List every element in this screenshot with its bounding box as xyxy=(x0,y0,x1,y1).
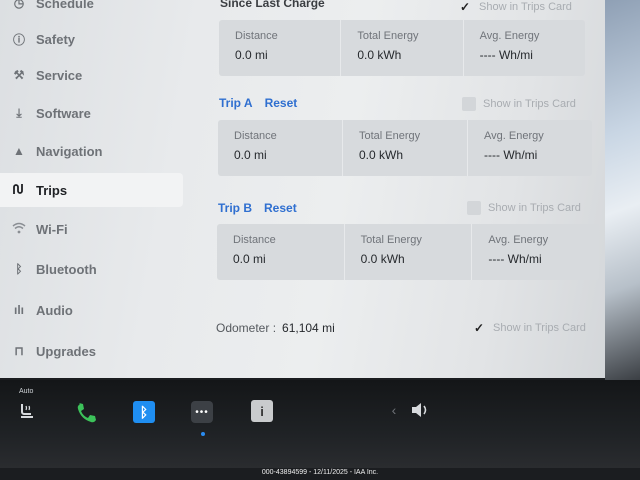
sidebar-item-audio[interactable]: ılı Audio xyxy=(0,293,183,327)
sidebar-item-safety[interactable]: ⓘ Safety xyxy=(0,22,183,56)
since-last-charge-show-toggle[interactable]: ✓ Show in Trips Card xyxy=(458,0,572,14)
settings-screen: ◷ Schedule ⓘ Safety ⚒ Service ⤓ Software… xyxy=(0,0,612,378)
footer-caption: 000-43894599 - 12/11/2025 - IAA Inc. xyxy=(261,469,379,476)
trip-a-card: Distance 0.0 mi Total Energy 0.0 kWh Avg… xyxy=(218,120,592,176)
trip-b-card: Distance 0.0 mi Total Energy 0.0 kWh Avg… xyxy=(217,224,599,280)
more-dots-icon[interactable]: ••• xyxy=(191,401,213,423)
energy-cell: Total Energy 0.0 kWh xyxy=(343,120,468,176)
avg-energy-cell: Avg. Energy ---- Wh/mi xyxy=(468,120,592,176)
sidebar-item-navigation[interactable]: ▲ Navigation xyxy=(0,134,183,168)
checkbox-icon xyxy=(467,201,481,215)
energy-label: Total Energy xyxy=(360,234,422,246)
distance-value: 0.0 mi xyxy=(233,252,266,266)
distance-cell: Distance 0.0 mi xyxy=(217,224,345,280)
audio-icon: ılı xyxy=(13,303,24,317)
trip-b-header: Trip B Reset xyxy=(218,201,297,215)
show-in-trips-label: Show in Trips Card xyxy=(479,1,572,13)
sidebar-item-trips[interactable]: Trips xyxy=(0,173,183,207)
trip-a-title: Trip A xyxy=(219,96,253,110)
avg-energy-value: ---- Wh/mi xyxy=(484,148,538,162)
auto-label: Auto xyxy=(19,388,34,395)
sidebar-item-label: Upgrades xyxy=(36,343,96,359)
bluetooth-icon: ᛒ xyxy=(15,262,23,276)
settings-sidebar: ◷ Schedule ⓘ Safety ⚒ Service ⤓ Software… xyxy=(0,0,185,378)
show-in-trips-label: Show in Trips Card xyxy=(483,98,576,110)
wrench-icon: ⚒ xyxy=(13,68,25,82)
volume-control[interactable]: ‹ xyxy=(381,400,441,420)
phone-icon[interactable] xyxy=(73,400,97,424)
active-app-indicator xyxy=(201,432,205,436)
sidebar-item-label: Wi-Fi xyxy=(36,221,68,237)
distance-label: Distance xyxy=(233,234,276,246)
show-in-trips-label: Show in Trips Card xyxy=(488,202,581,214)
sidebar-item-label: Audio xyxy=(36,302,73,318)
navigation-arrow-icon: ▲ xyxy=(13,144,25,158)
distance-cell: Distance 0.0 mi xyxy=(218,120,343,176)
trip-b-title: Trip B xyxy=(218,201,253,215)
volume-icon[interactable] xyxy=(410,402,430,418)
show-in-trips-label: Show in Trips Card xyxy=(493,322,586,334)
avg-energy-value: ---- Wh/mi xyxy=(479,48,533,62)
sidebar-item-label: Service xyxy=(36,67,83,83)
energy-label: Total Energy xyxy=(359,130,421,142)
sidebar-item-label: Schedule xyxy=(36,0,94,11)
distance-value: 0.0 mi xyxy=(234,148,267,162)
chevron-left-icon[interactable]: ‹ xyxy=(392,402,397,418)
sidebar-item-wifi[interactable]: Wi-Fi xyxy=(0,212,183,246)
energy-value: 0.0 kWh xyxy=(359,148,404,162)
energy-value: 0.0 kWh xyxy=(357,48,402,62)
lock-icon: ⊓ xyxy=(14,344,24,358)
sidebar-item-upgrades[interactable]: ⊓ Upgrades xyxy=(0,334,183,368)
clock-icon: ◷ xyxy=(13,0,25,10)
energy-cell: Total Energy 0.0 kWh xyxy=(341,20,464,76)
checkbox-icon xyxy=(462,97,476,111)
odometer-show-toggle[interactable]: ✓ Show in Trips Card xyxy=(472,321,586,335)
since-last-charge-title: Since Last Charge xyxy=(220,0,325,10)
bottom-dock xyxy=(0,380,640,468)
energy-value: 0.0 kWh xyxy=(360,252,405,266)
sidebar-item-label: Navigation xyxy=(36,143,103,159)
window-glare-background xyxy=(605,0,640,380)
odometer-label: Odometer : xyxy=(216,321,277,335)
sidebar-item-schedule[interactable]: ◷ Schedule xyxy=(0,0,183,20)
since-last-charge-card: Distance 0.0 mi Total Energy 0.0 kWh Avg… xyxy=(219,20,585,76)
avg-energy-label: Avg. Energy xyxy=(488,234,549,246)
odometer-row: Odometer : 61,104 mi xyxy=(216,321,335,335)
distance-label: Distance xyxy=(234,130,277,142)
sidebar-item-label: Trips xyxy=(36,182,68,198)
info-icon[interactable]: i xyxy=(251,400,273,422)
trip-a-show-toggle[interactable]: Show in Trips Card xyxy=(462,97,576,111)
trips-icon xyxy=(12,182,26,199)
safety-icon: ⓘ xyxy=(12,32,25,47)
avg-energy-label: Avg. Energy xyxy=(484,130,544,142)
sidebar-item-label: Safety xyxy=(36,31,76,47)
seat-heater-icon[interactable] xyxy=(16,400,38,422)
trip-b-reset-button[interactable]: Reset xyxy=(264,201,297,215)
avg-energy-label: Avg. Energy xyxy=(479,30,540,42)
sidebar-item-label: Bluetooth xyxy=(36,261,97,277)
sidebar-item-software[interactable]: ⤓ Software xyxy=(0,96,183,130)
trip-a-header: Trip A Reset xyxy=(219,96,297,110)
wifi-icon xyxy=(12,222,26,237)
bluetooth-icon[interactable]: ᛒ xyxy=(133,401,155,423)
distance-value: 0.0 mi xyxy=(235,48,268,62)
checkmark-icon: ✓ xyxy=(459,0,471,14)
download-icon: ⤓ xyxy=(16,105,22,120)
avg-energy-cell: Avg. Energy ---- Wh/mi xyxy=(464,20,585,76)
sidebar-item-bluetooth[interactable]: ᛒ Bluetooth xyxy=(0,252,183,286)
avg-energy-cell: Avg. Energy ---- Wh/mi xyxy=(472,224,599,280)
sidebar-item-label: Software xyxy=(36,105,91,121)
trip-b-show-toggle[interactable]: Show in Trips Card xyxy=(467,201,581,215)
energy-label: Total Energy xyxy=(357,30,419,42)
energy-cell: Total Energy 0.0 kWh xyxy=(345,224,473,280)
distance-cell: Distance 0.0 mi xyxy=(219,20,342,76)
trip-a-reset-button[interactable]: Reset xyxy=(265,96,298,110)
checkmark-icon: ✓ xyxy=(473,321,485,335)
sidebar-item-service[interactable]: ⚒ Service xyxy=(0,58,183,92)
avg-energy-value: ---- Wh/mi xyxy=(488,252,542,266)
odometer-value: 61,104 mi xyxy=(282,321,335,335)
distance-label: Distance xyxy=(235,30,278,42)
